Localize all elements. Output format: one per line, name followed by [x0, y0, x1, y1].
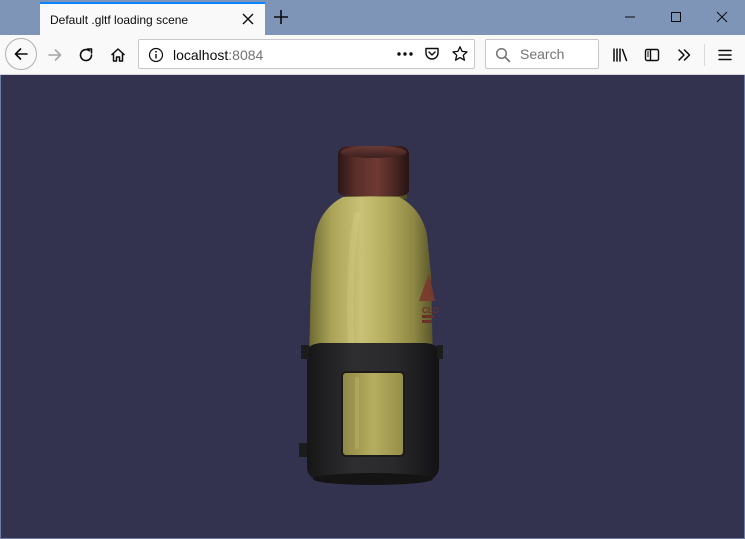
- hamburger-menu-button[interactable]: [711, 41, 739, 69]
- home-button[interactable]: [104, 41, 132, 69]
- navigation-toolbar: localhost:8084: [0, 35, 745, 75]
- sidebar-button[interactable]: [638, 41, 666, 69]
- page-content-viewport[interactable]: CLO: [0, 75, 745, 539]
- arrow-left-icon: [14, 48, 28, 60]
- window-maximize-button[interactable]: [653, 0, 699, 33]
- chevron-double-right-icon: [678, 49, 691, 61]
- tab-active[interactable]: Default .gltf loading scene: [40, 2, 265, 35]
- maximize-icon: [671, 12, 681, 22]
- tab-close-icon[interactable]: [241, 12, 255, 26]
- home-icon: [110, 48, 126, 62]
- url-bar[interactable]: localhost:8084: [138, 39, 475, 69]
- browser-window: Default .gltf loading scene localhost:80…: [0, 0, 745, 539]
- tab-title: Default .gltf loading scene: [50, 13, 189, 27]
- hamburger-menu-icon: [718, 49, 732, 61]
- info-icon[interactable]: [148, 47, 164, 68]
- window-minimize-button[interactable]: [607, 0, 653, 33]
- search-bar[interactable]: [485, 39, 599, 69]
- url-port: :8084: [228, 47, 264, 63]
- arrow-right-icon: [48, 49, 62, 61]
- webgl-scene-canvas[interactable]: CLO: [1, 75, 744, 538]
- bookmark-star-icon[interactable]: [451, 45, 469, 68]
- water-bottle-model: CLO: [299, 146, 443, 485]
- url-host: localhost: [173, 47, 229, 63]
- reload-button[interactable]: [72, 41, 100, 69]
- overflow-menu-button[interactable]: [670, 41, 698, 69]
- window-close-button[interactable]: [699, 0, 745, 33]
- library-icon: [613, 48, 628, 62]
- url-text[interactable]: localhost:8084: [173, 47, 263, 63]
- minimize-icon: [625, 16, 635, 18]
- search-icon: [495, 47, 511, 68]
- close-icon: [716, 11, 728, 23]
- sidebar-icon: [644, 48, 660, 62]
- library-button[interactable]: [606, 41, 634, 69]
- back-button[interactable]: [5, 38, 37, 70]
- tab-strip: Default .gltf loading scene: [0, 0, 745, 35]
- reload-icon: [79, 48, 93, 62]
- search-input[interactable]: [520, 45, 594, 63]
- new-tab-plus-icon[interactable]: [273, 9, 289, 25]
- forward-button[interactable]: [41, 41, 69, 69]
- bottle-label-text: CLO: [422, 306, 439, 315]
- pocket-icon[interactable]: [424, 46, 440, 67]
- page-actions-ellipsis-icon[interactable]: [395, 46, 415, 62]
- toolbar-separator: [704, 44, 705, 66]
